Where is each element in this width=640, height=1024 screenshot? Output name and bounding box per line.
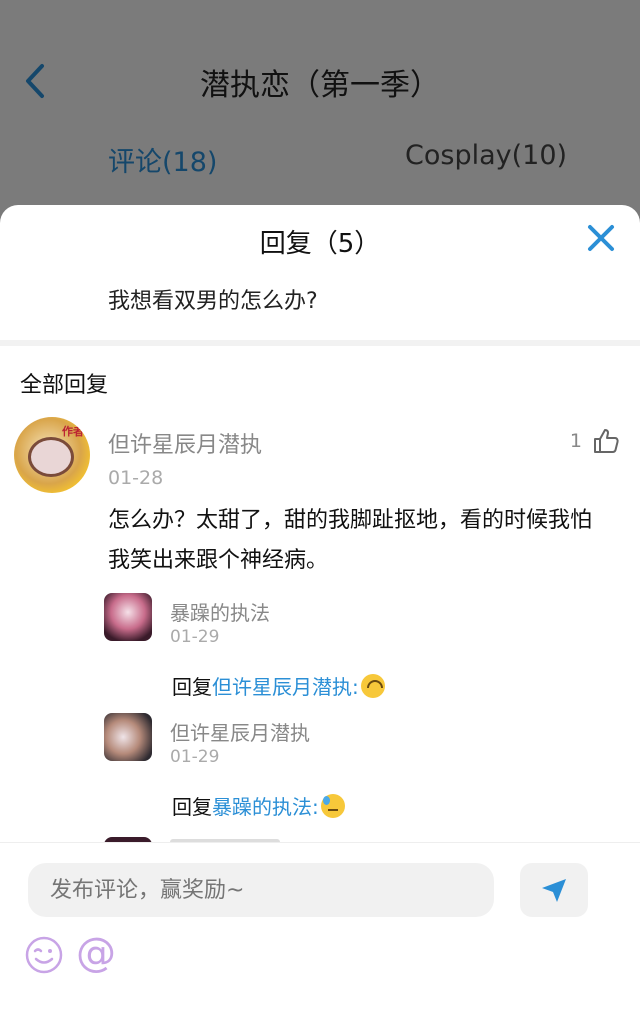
reply-date: 01-29 xyxy=(170,747,220,767)
reply-date: 01-29 xyxy=(170,627,220,647)
avatar[interactable] xyxy=(104,713,152,761)
divider xyxy=(0,340,640,346)
reply-prefix: 回复 xyxy=(172,795,212,819)
mention-button[interactable]: @ xyxy=(76,931,116,975)
avatar[interactable] xyxy=(104,593,152,641)
reply-author[interactable]: 但许星辰月潜执 xyxy=(170,717,310,746)
comment-input[interactable] xyxy=(28,863,494,917)
reply-prefix: 回复 xyxy=(172,675,212,699)
reply-mention[interactable]: 但许星辰月潜执: xyxy=(212,671,359,700)
comment-text: 怎么办？太甜了，甜的我脚趾抠地，看的时候我怕我笑出来跟个神经病。 xyxy=(108,508,593,573)
like-count: 1 xyxy=(569,430,582,452)
send-button[interactable] xyxy=(520,863,588,917)
comment-composer: @ xyxy=(0,842,640,1024)
all-replies-label: 全部回复 xyxy=(20,373,109,398)
reply-text: 回复 暴躁的执法: xyxy=(172,791,345,820)
emoji-icon[interactable] xyxy=(24,935,64,975)
close-icon[interactable] xyxy=(586,223,616,253)
reply-mention[interactable]: 暴躁的执法: xyxy=(212,791,319,820)
sheet-header: 回复（5） 我想看双男的怎么办? xyxy=(0,205,640,340)
upside-down-face-icon xyxy=(360,673,385,698)
comment-author[interactable]: 但许星辰月潜执 xyxy=(108,427,262,459)
avatar[interactable]: 作者 xyxy=(14,417,90,493)
thumbs-up-icon[interactable] xyxy=(592,427,620,455)
comment-date: 01-28 xyxy=(108,467,164,489)
downcast-sweat-face-icon xyxy=(320,793,345,818)
sheet-title: 回复（5） xyxy=(259,229,381,259)
send-icon xyxy=(542,879,566,902)
author-badge: 作者 xyxy=(62,425,84,438)
topic-text: 我想看双男的怎么办? xyxy=(108,289,318,314)
reply-text: 回复 但许星辰月潜执: xyxy=(172,671,385,700)
reply-author[interactable]: 暴躁的执法 xyxy=(170,597,270,626)
like-button[interactable]: 1 xyxy=(570,427,620,455)
avatar-face xyxy=(28,437,74,477)
